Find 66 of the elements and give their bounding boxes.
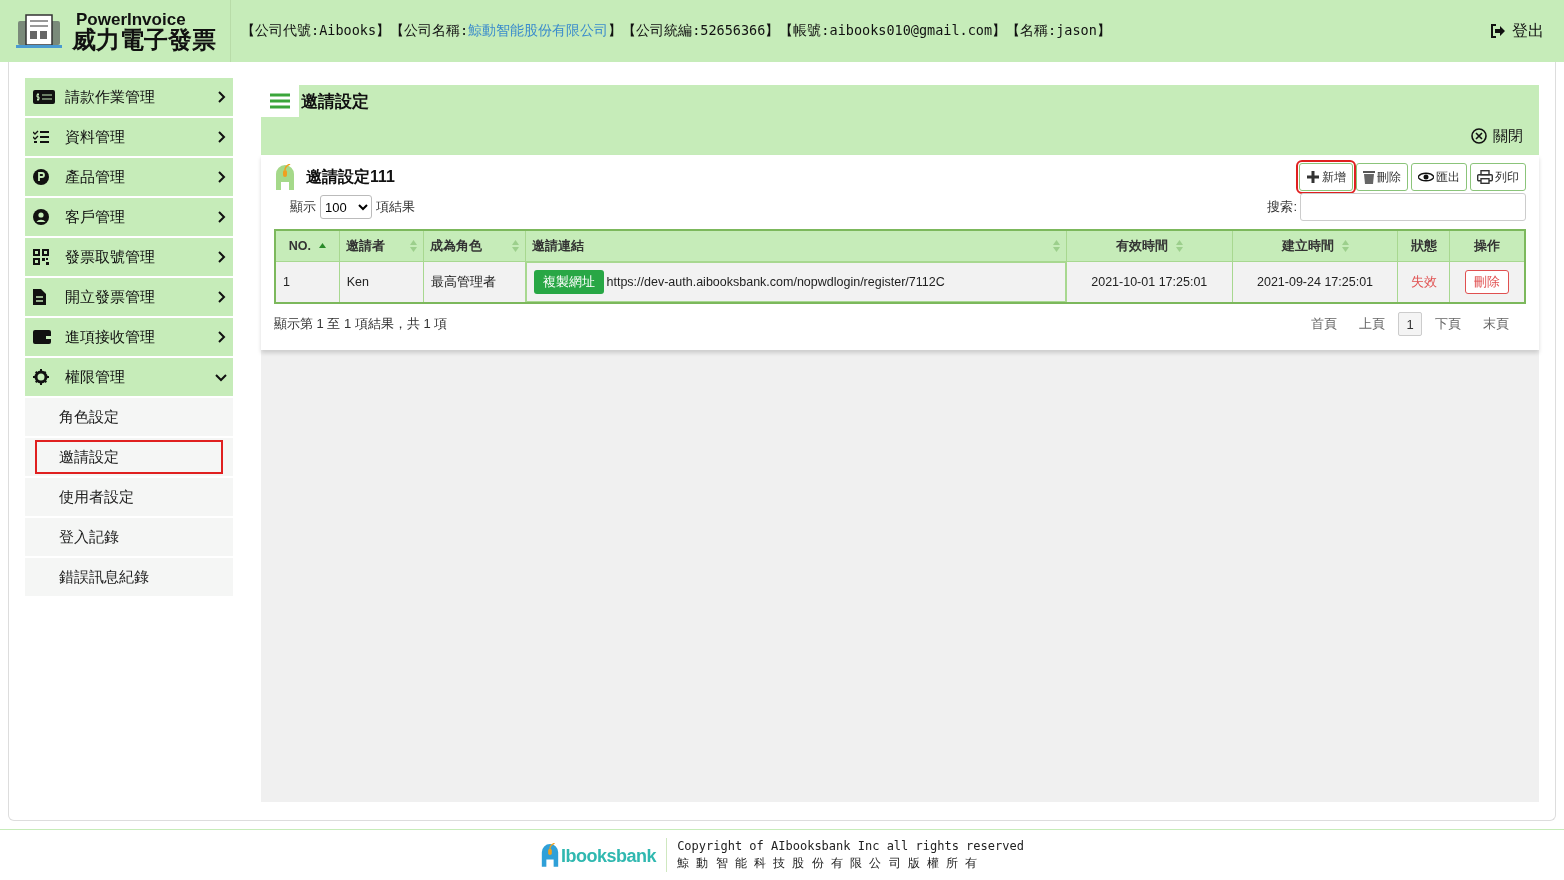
- table-summary: 顯示第 1 至 1 項結果，共 1 項: [274, 315, 448, 333]
- menu-icon[interactable]: [270, 93, 290, 109]
- table-cell: 2021-10-01 17:25:01: [1066, 261, 1233, 303]
- delete-button[interactable]: 刪除: [1356, 163, 1408, 191]
- column-header[interactable]: 建立時間: [1232, 230, 1398, 262]
- sidebar-item[interactable]: 請款作業管理: [25, 78, 233, 116]
- mouse-logo-icon: [274, 164, 296, 190]
- wallet-icon: [33, 330, 51, 344]
- brand-name: PowerInvoice: [76, 10, 186, 28]
- account-info: 【公司代號:Aibooks】【公司名稱:鯨動智能股份有限公司】【公司統編:52656366】【帳號:aibooks010@gmail.com】【名稱:jason】: [241, 22, 1111, 40]
- column-header[interactable]: 成為角色: [423, 230, 525, 262]
- close-button[interactable]: 關閉: [1465, 125, 1529, 147]
- copyright-text: Copyright of AIbooksbank Inc all rights reserved: [677, 838, 1024, 855]
- plus-icon: [1306, 170, 1320, 184]
- column-header[interactable]: NO.: [275, 230, 340, 262]
- submenu-item[interactable]: 邀請設定: [35, 440, 223, 474]
- column-header: 狀態: [1397, 230, 1450, 262]
- sidebar-item[interactable]: 產品管理: [25, 158, 233, 196]
- add-button[interactable]: 新增: [1299, 163, 1353, 191]
- column-header: 操作: [1449, 230, 1525, 262]
- brand-subtitle: 威力電子發票: [72, 27, 216, 52]
- show-label: 顯示: [290, 198, 316, 216]
- logout-button[interactable]: 登出: [1484, 19, 1550, 43]
- document-icon: [33, 289, 46, 305]
- sidebar-item[interactable]: 進項接收管理: [25, 318, 233, 356]
- printer-icon: [1477, 170, 1493, 184]
- money-card-icon: [33, 90, 55, 104]
- column-header[interactable]: 邀請連結: [525, 230, 1067, 262]
- table-cell: 最高管理者: [423, 261, 525, 303]
- company-rights-text: 鯨 動 智 能 科 技 股 份 有 限 公 司 版 權 所 有: [677, 855, 979, 872]
- sidebar-item[interactable]: 發票取號管理: [25, 238, 233, 276]
- settings-icon: [33, 369, 49, 385]
- sidebar-item[interactable]: 權限管理: [25, 358, 233, 396]
- page-nav-button[interactable]: 首頁: [1302, 312, 1346, 336]
- sidebar-item[interactable]: 資料管理: [25, 118, 233, 156]
- panel-title: 邀請設定: [301, 90, 369, 113]
- column-header[interactable]: 邀請者: [339, 230, 424, 262]
- delete-row-button[interactable]: 刪除: [1465, 270, 1510, 294]
- page-nav-button[interactable]: 上頁: [1350, 312, 1394, 336]
- sign-out-icon: [1490, 24, 1506, 38]
- export-button[interactable]: 匯出: [1411, 163, 1467, 191]
- close-circle-icon: [1471, 128, 1487, 144]
- status-text: 失效: [1410, 274, 1437, 289]
- column-header[interactable]: 有效時間: [1066, 230, 1233, 262]
- card-title: 邀請設定111: [306, 166, 395, 187]
- search-field[interactable]: [1300, 193, 1526, 221]
- results-label: 項結果: [376, 198, 415, 216]
- trash-icon: [1363, 170, 1375, 184]
- print-button[interactable]: 列印: [1470, 163, 1526, 191]
- checklist-icon: [33, 130, 49, 144]
- table-cell: 1: [275, 261, 340, 303]
- p-circle-icon: [33, 169, 49, 185]
- user-circle-icon: [33, 209, 49, 225]
- search-label: 搜索:: [1267, 198, 1297, 216]
- table-cell: 2021-09-24 17:25:01: [1232, 261, 1398, 303]
- page-nav-button[interactable]: 末頁: [1474, 312, 1518, 336]
- page-nav-button[interactable]: 下頁: [1426, 312, 1470, 336]
- sidebar-item[interactable]: 客戶管理: [25, 198, 233, 236]
- page-size-select[interactable]: 100: [320, 195, 372, 219]
- eye-icon: [1418, 172, 1434, 182]
- sidebar-item[interactable]: 開立發票管理: [25, 278, 233, 316]
- qr-code-icon: [33, 249, 49, 265]
- page-number-button[interactable]: 1: [1398, 312, 1422, 336]
- aibooksbank-logo: Ibooksbank: [540, 843, 657, 867]
- table-cell: Ken: [339, 261, 424, 303]
- invoice-logo-icon: [16, 13, 62, 49]
